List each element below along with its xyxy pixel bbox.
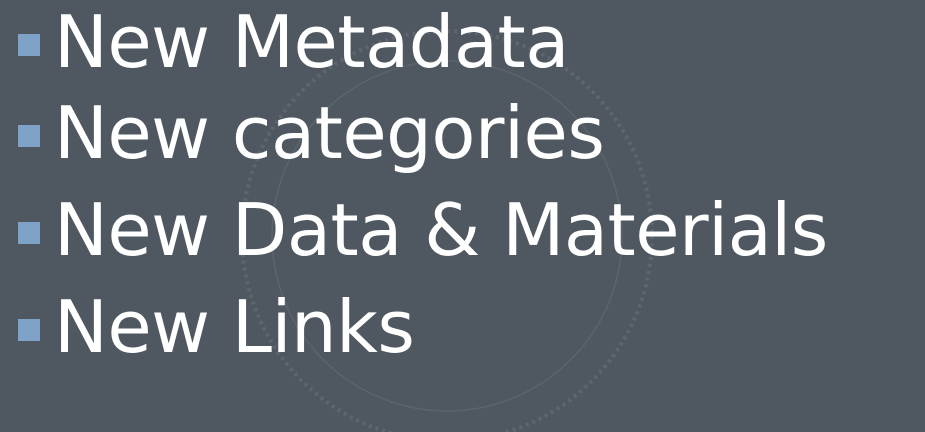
bullet-item-new-data-materials: New Data & Materials xyxy=(18,181,828,278)
bullet-item-new-links: New Links xyxy=(18,278,828,375)
square-bullet-icon xyxy=(18,221,40,244)
square-bullet-icon xyxy=(18,318,40,341)
bullet-list: New Metadata New categories New Data & M… xyxy=(18,0,828,375)
square-bullet-icon xyxy=(18,34,40,56)
square-bullet-icon xyxy=(18,124,40,147)
bullet-item-new-categories: New categories xyxy=(18,84,828,181)
bullet-text: New Links xyxy=(54,284,415,369)
slide-canvas: { "theme": { "background": "#4f5860", "t… xyxy=(0,0,925,432)
bullet-text: New Data & Materials xyxy=(54,187,828,272)
bullet-text: New Metadata xyxy=(54,0,569,84)
bullet-text: New categories xyxy=(54,90,605,175)
bullet-item-new-metadata: New Metadata xyxy=(18,0,828,84)
